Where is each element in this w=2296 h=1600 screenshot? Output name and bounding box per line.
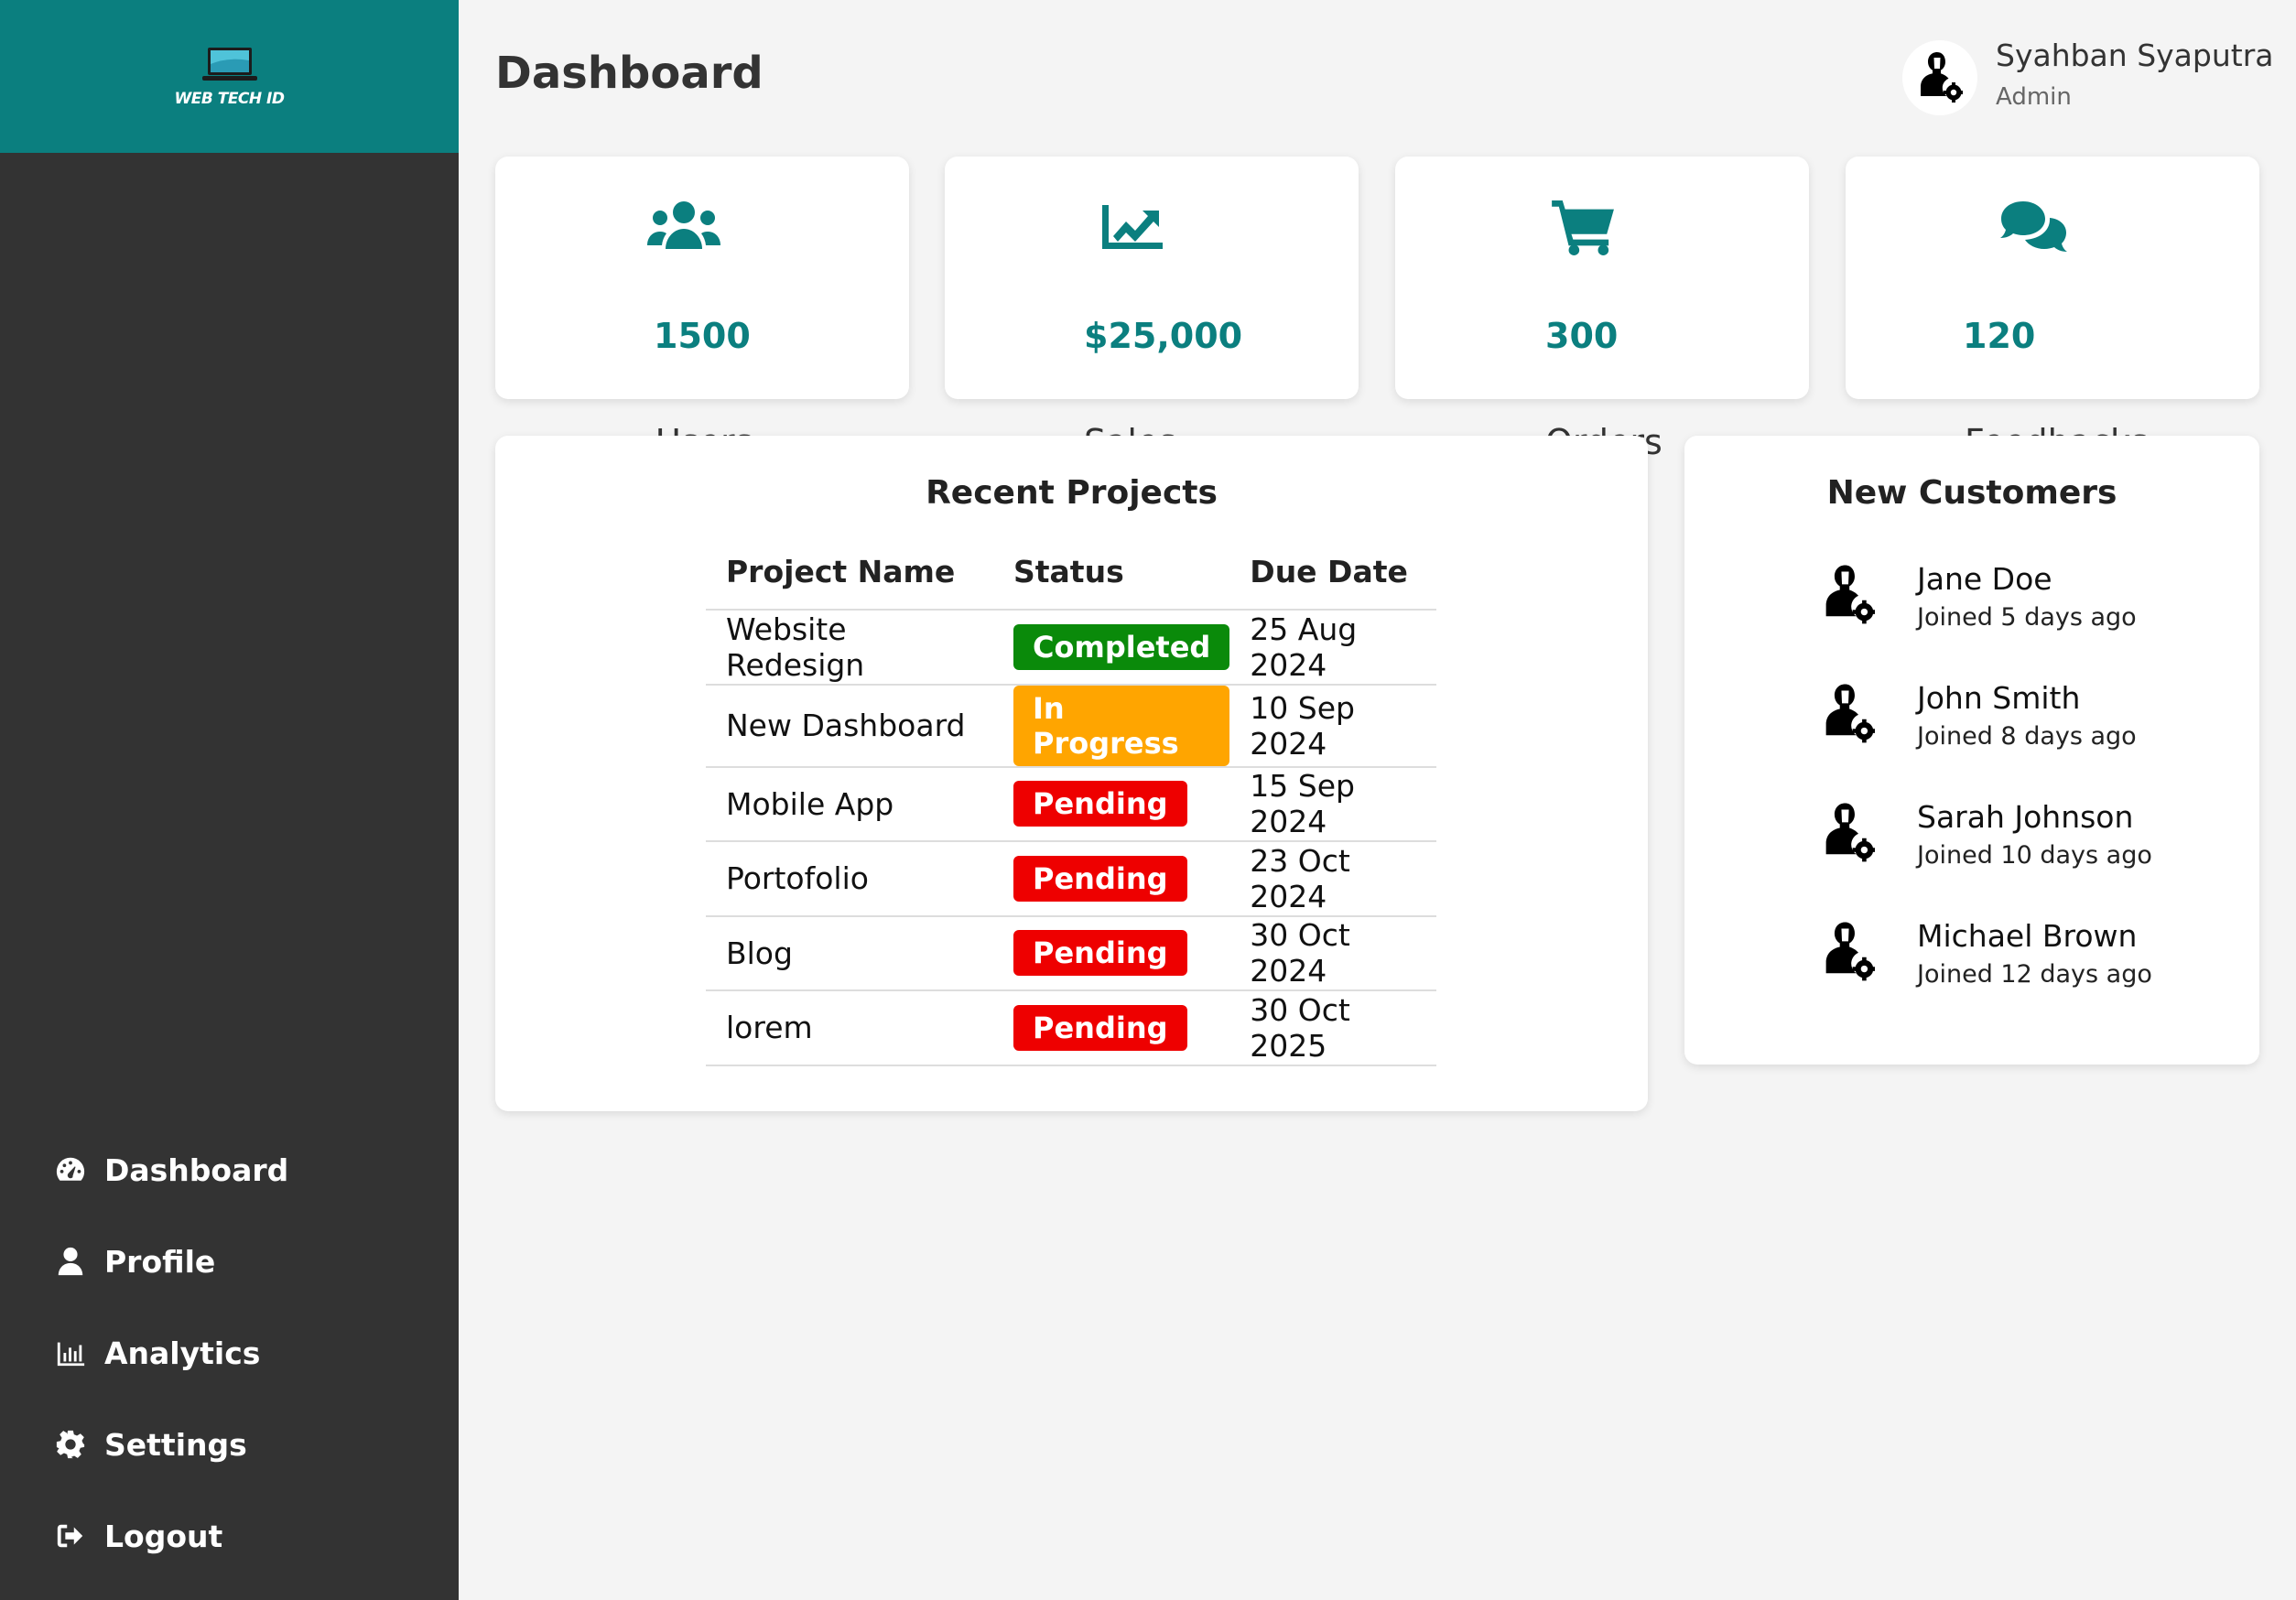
user-name: Syahban Syaputra (1996, 38, 2274, 73)
user-admin-icon (1825, 803, 1875, 862)
user-admin-icon (1825, 922, 1875, 981)
list-item[interactable]: Michael Brown Joined 12 days ago (1822, 915, 2152, 1034)
customer-name: Michael Brown (1917, 918, 2138, 954)
project-name: Portofolio (706, 841, 993, 917)
stat-card-users[interactable]: Users 1500 (495, 157, 909, 462)
customer-joined: Joined 8 days ago (1917, 722, 2137, 751)
gauge-icon (53, 1152, 88, 1187)
customer-joined: Joined 5 days ago (1917, 603, 2137, 632)
table-row[interactable]: Blog Pending 30 Oct 2024 (706, 915, 1436, 991)
sidebar-item-analytics[interactable]: Analytics (0, 1307, 459, 1399)
recent-projects-panel: Recent Projects Project Name Status Due … (495, 436, 1648, 1111)
sidebar-item-label: Profile (104, 1243, 216, 1280)
sidebar-item-profile[interactable]: Profile (0, 1216, 459, 1307)
user-icon (53, 1244, 88, 1279)
user-admin-icon (1921, 52, 1963, 103)
sidebar-item-dashboard[interactable]: Dashboard (0, 1124, 459, 1216)
new-customers-panel: New Customers Jane Doe Joined 5 days ago… (1684, 436, 2259, 1065)
list-item[interactable]: Sarah Johnson Joined 10 days ago (1822, 796, 2152, 915)
column-header[interactable]: Due Date (1229, 535, 1436, 611)
customer-name: John Smith (1917, 680, 2081, 716)
gear-icon (53, 1427, 88, 1462)
projects-table: Project Name Status Due Date Website Red… (706, 535, 1436, 1066)
sidebar-item-settings[interactable]: Settings (0, 1399, 459, 1490)
logout-icon (53, 1519, 88, 1553)
comments-icon (1999, 199, 2069, 255)
logo-text: WEB TECH ID (174, 89, 285, 108)
stat-value: 120 (1963, 316, 2036, 356)
column-header[interactable]: Status (993, 535, 1230, 611)
status-badge: In Progress (1013, 685, 1230, 766)
stat-card-sales[interactable]: Sales $25,000 (945, 157, 1359, 462)
customer-joined: Joined 12 days ago (1917, 960, 2152, 989)
column-header[interactable]: Project Name (706, 535, 993, 611)
status-badge: Pending (1013, 930, 1187, 977)
status-badge: Pending (1013, 781, 1187, 827)
stat-value: 300 (1545, 316, 1619, 356)
project-name: New Dashboard (706, 684, 993, 768)
table-row[interactable]: lorem Pending 30 Oct 2025 (706, 990, 1436, 1066)
table-header-row: Project Name Status Due Date (706, 535, 1436, 611)
due-date: 30 Oct 2024 (1229, 915, 1436, 991)
status-badge: Completed (1013, 623, 1230, 670)
users-icon (645, 199, 722, 255)
due-date: 10 Sep 2024 (1229, 684, 1436, 768)
page-title: Dashboard (495, 48, 764, 99)
due-date: 15 Sep 2024 (1229, 766, 1436, 842)
stat-card-orders[interactable]: Orders 300 (1395, 157, 1809, 462)
cart-icon (1551, 199, 1617, 255)
sidebar-item-label: Dashboard (104, 1151, 289, 1188)
table-row[interactable]: Website Redesign Completed 25 Aug 2024 (706, 610, 1436, 686)
section-title: Recent Projects (926, 474, 1218, 512)
sidebar-nav: Dashboard Profile Analytics Settings Log… (0, 1124, 459, 1582)
customer-list: Jane Doe Joined 5 days ago John Smith Jo… (1822, 558, 2152, 1034)
customer-joined: Joined 10 days ago (1917, 841, 2152, 870)
list-item[interactable]: Jane Doe Joined 5 days ago (1822, 558, 2152, 677)
sidebar-item-logout[interactable]: Logout (0, 1490, 459, 1582)
project-name: Blog (706, 915, 993, 991)
user-profile[interactable]: Syahban Syaputra Admin (1902, 33, 2273, 115)
list-item[interactable]: John Smith Joined 8 days ago (1822, 677, 2152, 796)
sidebar-item-label: Settings (104, 1426, 247, 1463)
user-role: Admin (1996, 83, 2072, 111)
chart-line-icon (1102, 199, 1163, 255)
project-name: lorem (706, 990, 993, 1066)
table-row[interactable]: Mobile App Pending 15 Sep 2024 (706, 766, 1436, 842)
stat-value: $25,000 (1084, 316, 1243, 356)
sidebar-item-label: Analytics (104, 1335, 261, 1371)
avatar[interactable] (1902, 40, 1977, 115)
table-row[interactable]: Portofolio Pending 23 Oct 2024 (706, 841, 1436, 917)
bar-chart-icon (53, 1335, 88, 1370)
customer-name: Sarah Johnson (1917, 799, 2134, 835)
project-name: Mobile App (706, 766, 993, 842)
due-date: 23 Oct 2024 (1229, 841, 1436, 917)
table-row[interactable]: New Dashboard In Progress 10 Sep 2024 (706, 684, 1436, 768)
customer-name: Jane Doe (1917, 561, 2052, 597)
status-badge: Pending (1013, 855, 1187, 902)
sidebar: WEB TECH ID Dashboard Profile Analytics … (0, 0, 459, 1600)
section-title: New Customers (1826, 474, 2117, 512)
sidebar-item-label: Logout (104, 1518, 223, 1554)
user-admin-icon (1825, 684, 1875, 743)
laptop-icon (201, 47, 257, 81)
stat-value: 1500 (654, 316, 751, 356)
stat-card-feedbacks[interactable]: Feedbacks 120 (1846, 157, 2259, 462)
status-badge: Pending (1013, 1004, 1187, 1051)
user-admin-icon (1825, 565, 1875, 624)
due-date: 30 Oct 2025 (1229, 990, 1436, 1066)
logo[interactable]: WEB TECH ID (0, 0, 459, 153)
due-date: 25 Aug 2024 (1229, 610, 1436, 686)
project-name: Website Redesign (706, 610, 993, 686)
